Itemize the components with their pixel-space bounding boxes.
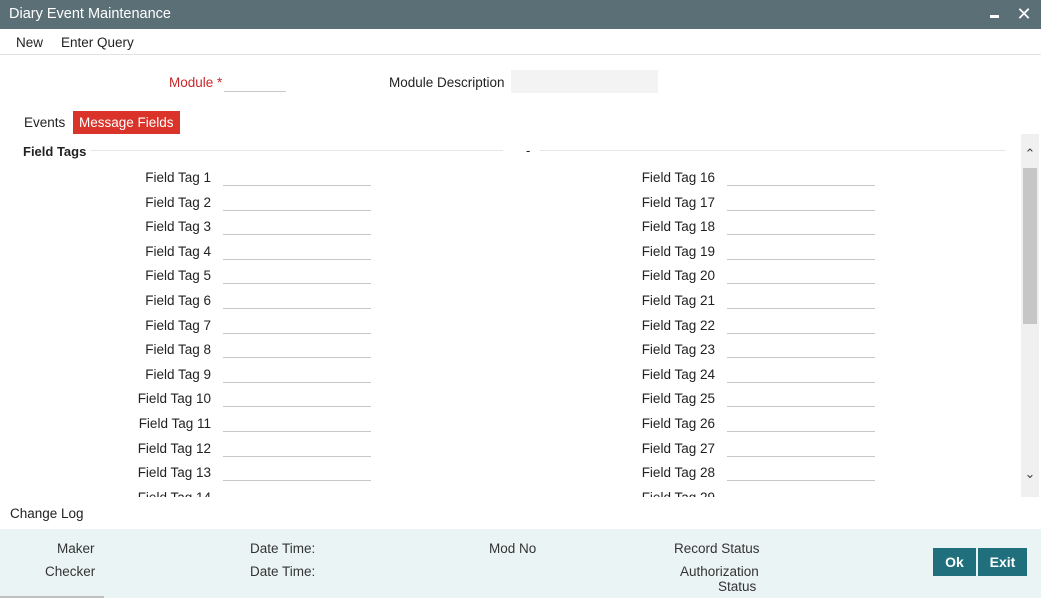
section-separator: - [526, 143, 531, 158]
field-tag-label: Field Tag 19 [641, 243, 715, 259]
exit-button[interactable]: Exit [978, 548, 1027, 576]
vertical-scrollbar[interactable]: ⌃ ⌄ [1021, 134, 1039, 497]
window-title: Diary Event Maintenance [9, 6, 171, 22]
field-tag-label: Field Tag 21 [641, 293, 715, 308]
field-tag-input[interactable] [727, 485, 875, 497]
menu-new[interactable]: New [16, 35, 43, 50]
checker-label: Checker [45, 564, 96, 579]
field-tag-label: Field Tag 4 [145, 243, 211, 259]
module-input[interactable] [224, 70, 286, 92]
field-tag-input[interactable] [727, 289, 875, 309]
field-tag-input[interactable] [223, 166, 371, 186]
field-tag-label: Field Tag 28 [641, 465, 715, 481]
scroll-down-icon[interactable]: ⌄ [1021, 466, 1039, 484]
field-tag-input[interactable] [223, 436, 371, 457]
field-tag-label: Field Tag 27 [641, 440, 715, 456]
field-tag-label: Field Tag 13 [137, 465, 211, 481]
field-tag-input[interactable] [223, 313, 371, 334]
field-tag-input[interactable] [727, 264, 875, 285]
field-tag-input[interactable] [727, 215, 875, 236]
field-tag-input[interactable] [727, 190, 875, 211]
field-tag-label: Field Tag 14 [91, 490, 211, 497]
maker-label: Maker [57, 541, 95, 556]
field-tag-label: Field Tag 5 [145, 268, 211, 284]
field-tag-input[interactable] [727, 313, 875, 334]
field-tag-label: Field Tag 17 [641, 194, 715, 210]
field-tag-input[interactable] [223, 215, 371, 236]
close-icon[interactable]: ✕ [1015, 4, 1033, 24]
minimize-icon[interactable] [986, 4, 1004, 24]
scroll-thumb[interactable] [1023, 168, 1037, 324]
field-tag-input[interactable] [223, 387, 371, 408]
scroll-up-icon[interactable]: ⌃ [1021, 146, 1039, 164]
field-tag-label: Field Tag 6 [145, 293, 211, 308]
field-tag-label: Field Tag 3 [145, 219, 211, 235]
tab-message-fields[interactable]: Message Fields [73, 111, 180, 134]
field-tag-input[interactable] [727, 412, 875, 432]
field-tag-label: Field Tag 8 [145, 342, 211, 358]
field-tag-input[interactable] [727, 166, 875, 186]
field-tag-label: Field Tag 16 [641, 170, 715, 185]
field-tag-input[interactable] [727, 387, 875, 408]
field-tag-input[interactable] [223, 362, 371, 383]
field-tag-label: Field Tag 25 [641, 391, 715, 407]
field-tag-input[interactable] [223, 461, 371, 482]
record-status-label: Record Status [674, 541, 760, 556]
authorization-status-label: Status [718, 579, 757, 594]
field-tag-label: Field Tag 1 [145, 170, 211, 185]
mod-no-label: Mod No [489, 541, 537, 556]
module-label: Module * [169, 75, 223, 90]
menu-bar: New Enter Query [0, 29, 1041, 55]
field-tag-label: Field Tag 24 [641, 366, 715, 382]
change-log-label: Change Log [10, 506, 84, 521]
field-tag-input[interactable] [727, 338, 875, 359]
module-description-label: Module Description [389, 75, 505, 90]
section-divider-right [540, 150, 1006, 151]
field-tag-input[interactable] [223, 239, 371, 260]
field-tag-label: Field Tag 20 [641, 268, 715, 284]
field-tags-panel: Field Tags - Field Tag 1 Field Tag 2 Field… [0, 134, 1021, 497]
field-tag-input[interactable] [223, 264, 371, 285]
field-tag-label: Field Tag 26 [641, 416, 715, 431]
window-titlebar: Diary Event Maintenance ✕ [0, 0, 1041, 29]
field-tag-input[interactable] [223, 485, 371, 497]
field-tag-label: Field Tag 7 [145, 317, 211, 333]
field-tag-label: Field Tag 12 [137, 440, 211, 456]
field-tag-label: Field Tag 18 [641, 219, 715, 235]
field-tag-label: Field Tag 2 [145, 194, 211, 210]
menu-enter-query[interactable]: Enter Query [61, 35, 134, 50]
field-tag-label: Field Tag 22 [641, 317, 715, 333]
section-title: Field Tags [23, 144, 87, 159]
field-tag-label: Field Tag 23 [641, 342, 715, 358]
field-tag-input[interactable] [727, 461, 875, 482]
maker-date-time-label: Date Time: [250, 541, 316, 556]
module-description-input[interactable] [511, 70, 658, 93]
checker-date-time-label: Date Time: [250, 564, 316, 579]
field-tag-label: Field Tag 11 [138, 416, 211, 431]
field-tag-input[interactable] [223, 190, 371, 211]
field-tag-label: Field Tag 9 [145, 366, 211, 382]
field-tag-label: Field Tag 10 [137, 391, 211, 407]
ok-button[interactable]: Ok [933, 548, 976, 576]
field-tag-input[interactable] [727, 436, 875, 457]
field-tag-input[interactable] [223, 412, 371, 432]
field-tag-input[interactable] [223, 338, 371, 359]
section-divider-left [90, 150, 503, 151]
field-tag-label: Field Tag 29 [595, 490, 715, 497]
tab-events[interactable]: Events [18, 111, 71, 134]
audit-footer: Maker Checker Date Time: Date Time: Mod … [0, 529, 1041, 598]
field-tag-input[interactable] [727, 362, 875, 383]
field-tag-input[interactable] [727, 239, 875, 260]
field-tag-input[interactable] [223, 289, 371, 309]
authorization-label: Authorization [680, 564, 759, 579]
